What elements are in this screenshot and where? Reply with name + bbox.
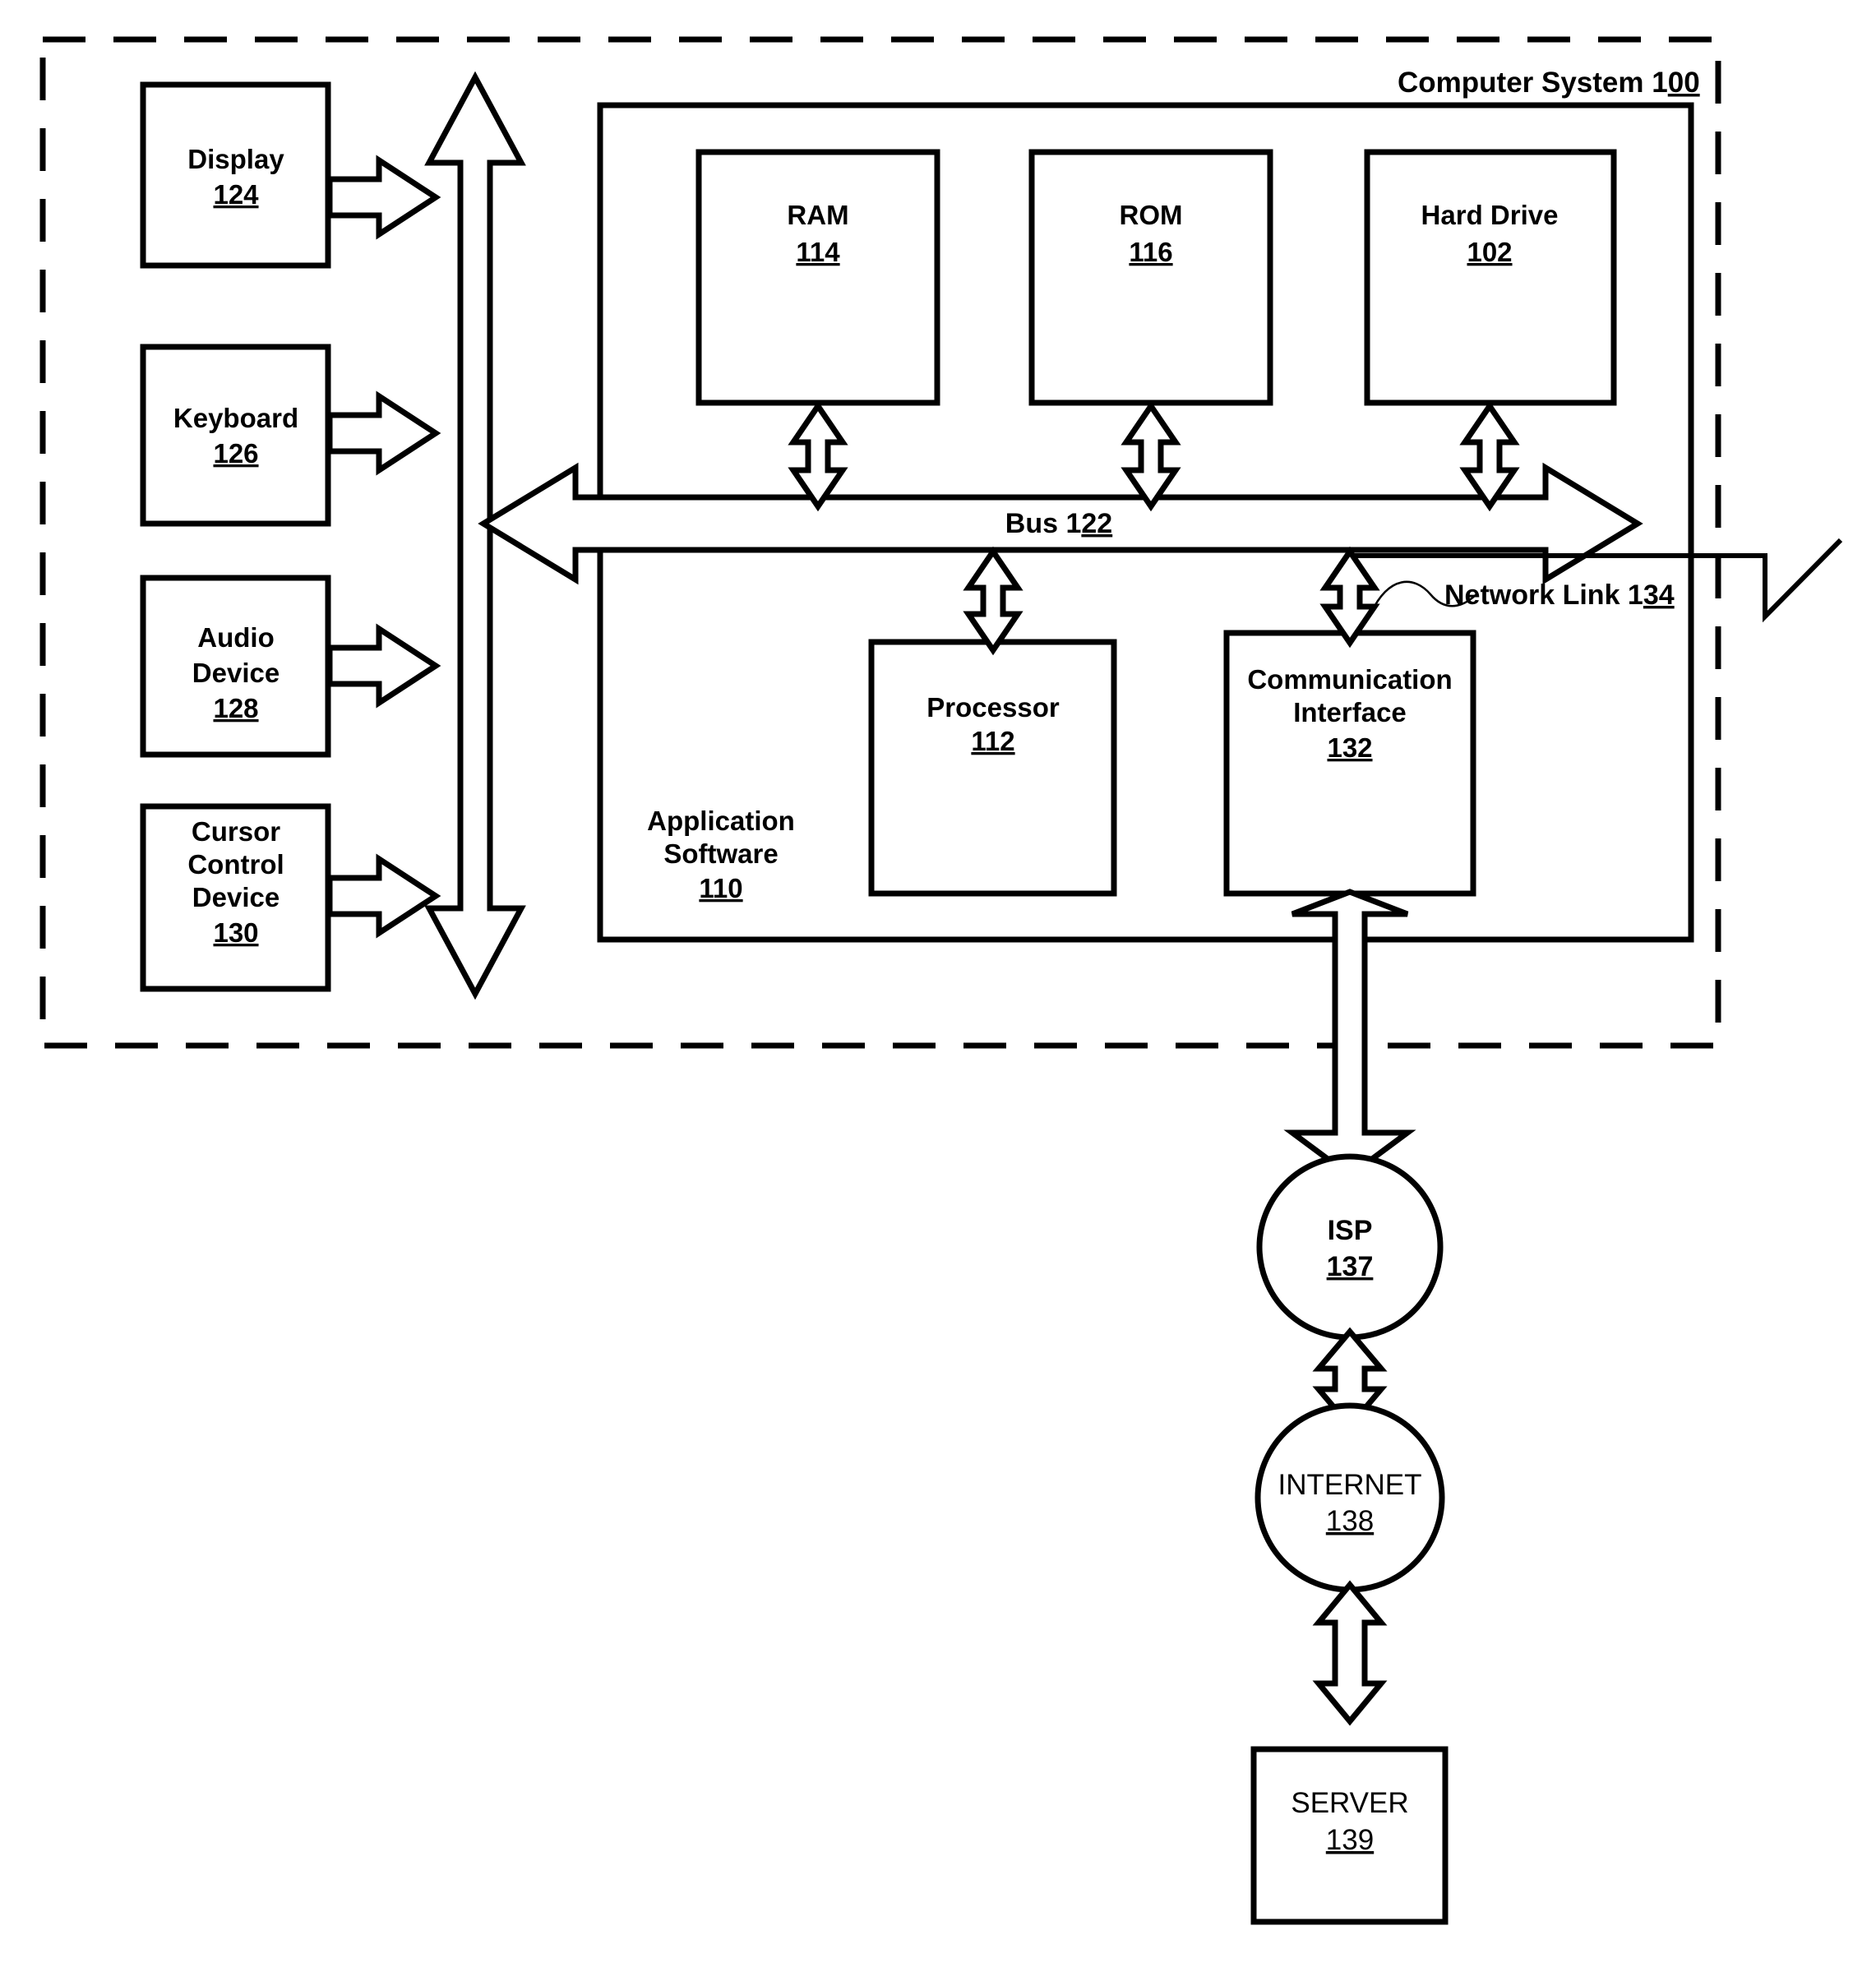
rom-box — [1028, 149, 1273, 406]
display-box — [140, 81, 331, 269]
internet-ref: 138 — [1326, 1505, 1374, 1537]
processor-label: Processor — [926, 692, 1060, 723]
system-title: Computer System 100 — [1398, 67, 1700, 99]
keyboard-ref: 126 — [213, 438, 258, 469]
network-link-ref: 34 — [1643, 580, 1675, 611]
cursor-control-label-line3: Device — [192, 882, 280, 912]
audio-device-label-line1: Audio — [197, 622, 274, 653]
figure-canvas: Computer System 100 Display 124 Keyboard… — [0, 0, 1876, 1981]
internet-label: INTERNET — [1278, 1469, 1422, 1501]
application-software-label-line2: Software — [663, 838, 778, 869]
processor-box — [868, 639, 1117, 897]
processor-ref: 112 — [971, 726, 1014, 756]
server-ref: 139 — [1326, 1824, 1374, 1856]
cursor-control-label-line2: Control — [187, 849, 284, 880]
audio-device-bus-connector-arrow — [326, 623, 441, 709]
keyboard-bus-connector-arrow — [326, 390, 441, 476]
isp-label: ISP — [1328, 1215, 1373, 1246]
computer-system-block-diagram: Computer System 100 Display 124 Keyboard… — [39, 36, 1843, 1925]
keyboard-label: Keyboard — [173, 403, 298, 433]
cursor-control-label-line1: Cursor — [192, 816, 280, 847]
application-software-label-line1: Application — [647, 806, 795, 836]
display-ref: 124 — [213, 179, 259, 210]
keyboard-box — [140, 344, 331, 527]
system-title-ref-underlined: 00 — [1668, 67, 1700, 99]
ram-label: RAM — [787, 200, 848, 230]
hard-drive-ref: 102 — [1467, 237, 1512, 267]
application-software-ref: 110 — [699, 873, 742, 903]
network-link-label: Network Link 134 — [1444, 580, 1675, 611]
isp-ref: 137 — [1327, 1251, 1374, 1282]
server-label: SERVER — [1291, 1787, 1408, 1819]
isp-circle — [1256, 1153, 1444, 1341]
bus-ref: 22 — [1081, 508, 1112, 539]
display-bus-connector-arrow — [326, 155, 441, 240]
rom-ref: 116 — [1129, 237, 1172, 267]
communication-interface-label-line2: Interface — [1293, 697, 1407, 727]
ram-box — [695, 149, 940, 406]
system-title-ref-prefix: 1 — [1652, 67, 1667, 99]
audio-device-label-line2: Device — [192, 658, 280, 688]
bus-label-text: Bus 1 — [1005, 508, 1082, 539]
communication-interface-ref: 132 — [1327, 732, 1372, 763]
cursor-control-ref: 130 — [213, 917, 258, 948]
ram-ref: 114 — [796, 237, 840, 267]
internet-server-arrow — [1312, 1580, 1388, 1726]
system-title-label: Computer System — [1398, 67, 1644, 99]
communication-interface-label-line1: Communication — [1247, 664, 1452, 695]
audio-device-ref: 128 — [213, 693, 258, 723]
network-link-label-text: Network Link 1 — [1444, 580, 1643, 611]
hard-drive-box — [1364, 149, 1617, 406]
hard-drive-label: Hard Drive — [1421, 200, 1559, 230]
bus-label: Bus 122 — [1005, 508, 1112, 539]
rom-label: ROM — [1120, 200, 1183, 230]
display-label: Display — [187, 144, 284, 174]
cursor-control-bus-connector-arrow — [326, 853, 441, 939]
